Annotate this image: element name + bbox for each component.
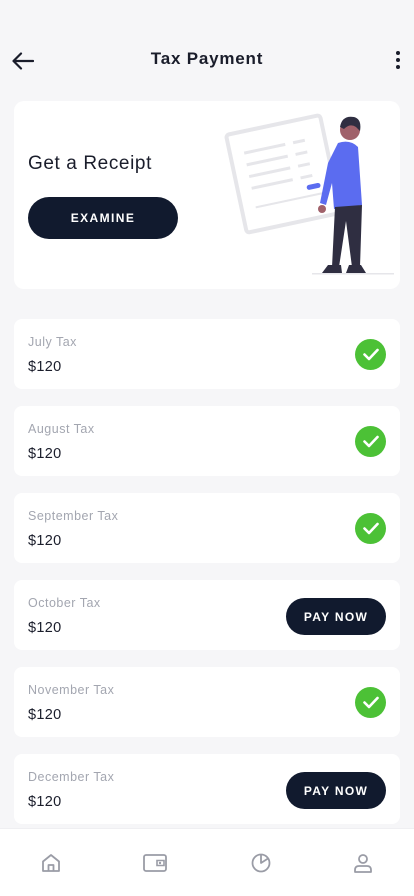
tax-item-november[interactable]: November Tax $120 <box>14 667 400 737</box>
wallet-icon <box>143 854 167 872</box>
tax-item-august[interactable]: August Tax $120 <box>14 406 400 476</box>
tax-item-amount: $120 <box>28 533 62 549</box>
nav-wallet[interactable] <box>141 849 169 877</box>
tax-item-amount: $120 <box>28 359 62 375</box>
pie-chart-icon <box>251 853 271 873</box>
tax-item-amount: $120 <box>28 707 62 723</box>
tax-item-october[interactable]: October Tax $120 PAY NOW <box>14 580 400 650</box>
receipt-title: Get a Receipt <box>28 153 152 174</box>
paid-check-icon <box>355 339 386 370</box>
page-title: Tax Payment <box>150 49 264 68</box>
tax-item-label: August Tax <box>28 422 95 436</box>
tax-item-december[interactable]: December Tax $120 PAY NOW <box>14 754 400 824</box>
tax-item-july[interactable]: July Tax $120 <box>14 319 400 389</box>
nav-statistics[interactable] <box>247 849 275 877</box>
tax-item-september[interactable]: September Tax $120 <box>14 493 400 563</box>
paid-check-icon <box>355 513 386 544</box>
tax-item-amount: $120 <box>28 794 62 810</box>
tax-item-label: November Tax <box>28 683 115 697</box>
more-options-button[interactable] <box>390 46 406 74</box>
bottom-nav <box>0 828 414 896</box>
examine-button[interactable]: EXAMINE <box>28 197 178 239</box>
top-app-bar: Tax Payment <box>0 0 414 100</box>
pay-now-button[interactable]: PAY NOW <box>286 598 386 635</box>
nav-profile[interactable] <box>349 849 377 877</box>
user-icon <box>354 854 372 873</box>
tax-item-label: July Tax <box>28 335 77 349</box>
receipt-illustration <box>224 113 394 275</box>
home-icon <box>42 854 60 872</box>
paid-check-icon <box>355 687 386 718</box>
tax-item-amount: $120 <box>28 620 62 636</box>
paid-check-icon <box>355 426 386 457</box>
tax-item-label: October Tax <box>28 596 101 610</box>
nav-home[interactable] <box>37 849 65 877</box>
tax-item-label: December Tax <box>28 770 115 784</box>
tax-item-amount: $120 <box>28 446 62 462</box>
receipt-card: Get a Receipt EXAMINE <box>14 101 400 289</box>
more-vertical-icon <box>396 51 400 55</box>
pay-now-button[interactable]: PAY NOW <box>286 772 386 809</box>
tax-item-label: September Tax <box>28 509 119 523</box>
